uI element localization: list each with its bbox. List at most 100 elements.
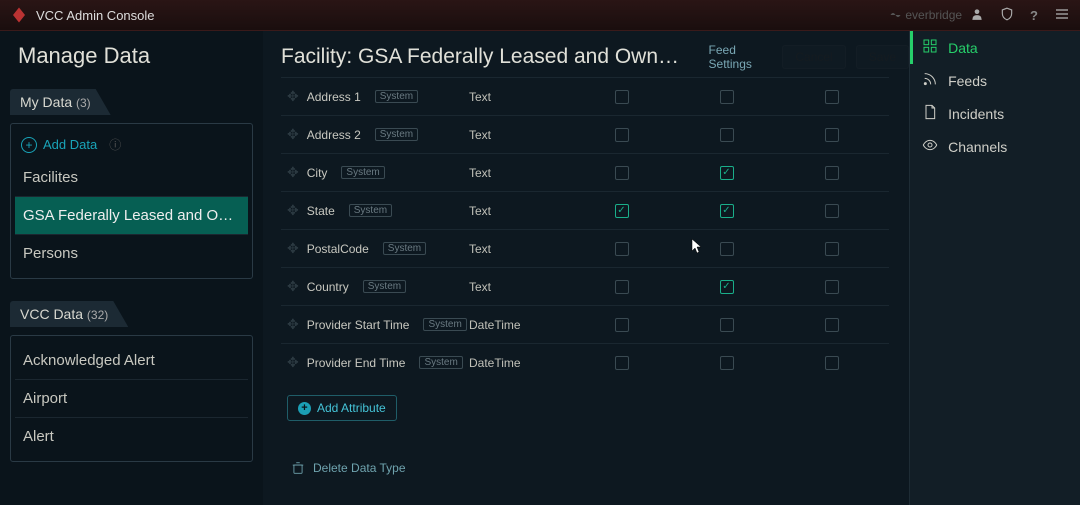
cancel-button[interactable]: Cancel [782,45,845,69]
delete-data-type-label: Delete Data Type [313,461,406,475]
vccdata-item[interactable]: Airport [15,380,248,418]
attribute-name: Address 1 [307,90,361,104]
plus-circle-icon: + [298,402,311,415]
hamburger-icon[interactable] [1054,6,1070,25]
checkbox[interactable] [720,242,734,256]
right-nav-item[interactable]: Feeds [910,64,1080,97]
table-row: ✥Address 1SystemText [281,77,889,115]
checkbox[interactable] [825,204,839,218]
table-row: ✥CountrySystemText [281,267,889,305]
attribute-type: Text [469,204,569,218]
system-tag: System [349,204,392,217]
checkbox[interactable] [720,356,734,370]
right-nav-label: Incidents [948,106,1004,122]
attribute-name: Country [307,280,349,294]
checkbox[interactable] [825,356,839,370]
right-nav-item[interactable]: Data [910,31,1080,64]
right-nav-label: Data [948,40,978,56]
checkbox[interactable] [615,128,629,142]
table-row: ✥PostalCodeSystemText [281,229,889,267]
attribute-type: Text [469,128,569,142]
drag-handle-icon[interactable]: ✥ [287,88,299,105]
my-data-count: (3) [76,96,91,110]
vcc-data-label: VCC Data [20,306,83,322]
drag-handle-icon[interactable]: ✥ [287,278,299,295]
add-data-button[interactable]: + Add Data ⓘ [15,130,248,159]
page-icon [922,104,938,123]
add-data-label: Add Data [43,137,97,152]
right-nav-item[interactable]: Incidents [910,97,1080,130]
drag-handle-icon[interactable]: ✥ [287,202,299,219]
attribute-type: Text [469,242,569,256]
checkbox[interactable] [615,242,629,256]
left-sidebar: Manage Data My Data (3) + Add Data ⓘ Fac… [0,31,263,505]
delete-data-type-button[interactable]: Delete Data Type [291,461,909,475]
attribute-name: Address 2 [307,128,361,142]
checkbox[interactable] [825,318,839,332]
vccdata-item[interactable]: Alert [15,418,248,455]
checkbox[interactable] [615,318,629,332]
checkbox[interactable] [615,166,629,180]
save-button[interactable]: Save [856,45,909,69]
attribute-table: ✥ Address 1 System Text ✥ Address 2 System Text… [281,77,889,381]
attribute-name: PostalCode [307,242,369,256]
checkbox[interactable] [825,90,839,104]
table-row: ✥ Address 2 System Text [281,115,889,153]
checkbox[interactable] [825,166,839,180]
drag-handle-icon[interactable]: ✥ [287,354,299,371]
my-data-section: + Add Data ⓘ FacilitesGSA Federally Leas… [10,123,253,279]
checkbox[interactable] [720,204,734,218]
vccdata-item[interactable]: Acknowledged Alert [15,342,248,380]
system-tag: System [375,128,418,141]
attribute-name: Provider Start Time [307,318,410,332]
table-row: ✥ State System Text [281,191,889,229]
checkbox[interactable] [720,166,734,180]
system-tag: System [423,318,466,331]
attribute-name: Provider End Time [307,356,406,370]
grid-icon [922,38,938,57]
add-attribute-button[interactable]: + Add Attribute [287,395,397,421]
my-data-label: My Data [20,94,72,110]
attribute-type: DateTime [469,318,569,332]
system-tag: System [341,166,384,179]
attribute-name: State [307,204,335,218]
checkbox[interactable] [615,90,629,104]
mydata-item[interactable]: GSA Federally Leased and Ow... [15,197,248,235]
checkbox[interactable] [720,280,734,294]
user-icon[interactable] [970,7,984,24]
attribute-type: DateTime [469,356,569,370]
facility-title: Facility: GSA Federally Leased and Owned… [281,45,691,69]
checkbox[interactable] [615,204,629,218]
table-row: ✥ Provider Start Time SystemDateTime [281,305,889,343]
page-title: Manage Data [18,43,253,69]
mydata-item[interactable]: Persons [15,235,248,272]
checkbox[interactable] [615,356,629,370]
attribute-name: City [307,166,328,180]
checkbox[interactable] [720,318,734,332]
checkbox[interactable] [825,242,839,256]
app-header: VCC Admin Console everbridge ? [0,0,1080,31]
shield-icon[interactable] [1000,7,1014,24]
checkbox[interactable] [825,128,839,142]
plus-icon: + [21,137,37,153]
checkbox[interactable] [825,280,839,294]
help-icon[interactable]: ? [1030,8,1038,23]
checkbox[interactable] [720,90,734,104]
center-panel: Facility: GSA Federally Leased and Owned… [263,31,909,505]
vcc-data-section: Acknowledged AlertAirportAlert [10,335,253,462]
checkbox[interactable] [720,128,734,142]
right-nav-item[interactable]: Channels [910,130,1080,163]
app-logo-icon [10,6,28,24]
drag-handle-icon[interactable]: ✥ [287,126,299,143]
mydata-item[interactable]: Facilites [15,159,248,197]
trash-icon [291,461,305,475]
vcc-data-count: (32) [87,308,108,322]
drag-handle-icon[interactable]: ✥ [287,316,299,333]
checkbox[interactable] [615,280,629,294]
feed-settings-link[interactable]: Feed Settings [709,43,773,71]
table-row: ✥ City System Text [281,153,889,191]
drag-handle-icon[interactable]: ✥ [287,164,299,181]
drag-handle-icon[interactable]: ✥ [287,240,299,257]
attribute-type: Text [469,166,569,180]
right-nav: Data Feeds Incidents Channels [909,31,1080,505]
